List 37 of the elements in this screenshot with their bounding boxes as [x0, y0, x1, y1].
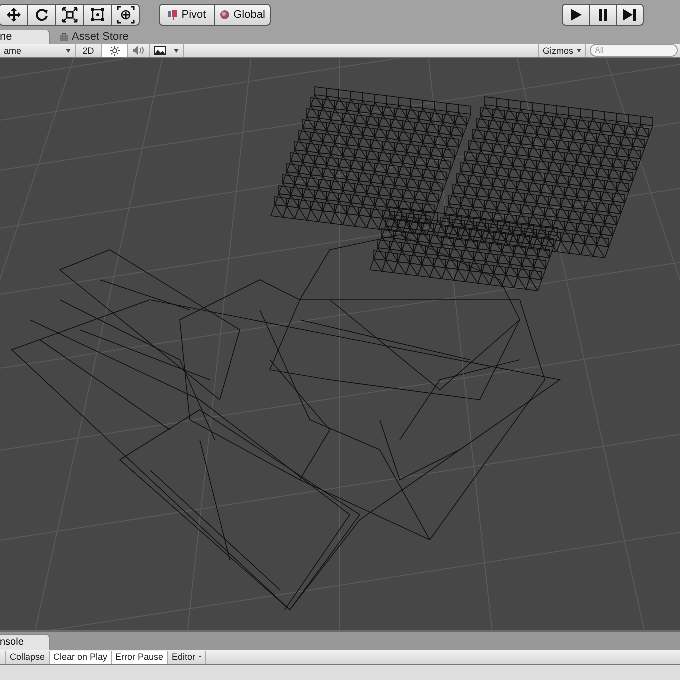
tab[interactable]: ne — [0, 30, 50, 44]
step-button[interactable] — [616, 4, 644, 26]
shopping-bag-icon — [60, 32, 69, 42]
caret-icon — [174, 48, 179, 52]
sun-icon — [110, 46, 120, 56]
rotate-icon — [34, 8, 48, 22]
tool-button[interactable] — [83, 4, 112, 26]
tool-button[interactable] — [0, 4, 28, 26]
scale-icon — [62, 7, 78, 23]
tool-button[interactable] — [111, 4, 140, 26]
pause-button[interactable] — [589, 4, 617, 26]
caret-icon — [576, 48, 581, 52]
tool-button[interactable] — [27, 4, 56, 26]
play-button[interactable] — [562, 4, 590, 26]
pivot-button[interactable]: Pivot — [159, 4, 215, 26]
draw-mode-dropdown[interactable]: ame — [0, 44, 76, 57]
globe-icon — [220, 10, 230, 20]
caret-icon — [198, 655, 201, 659]
console-toggle[interactable]: Error Pause — [112, 650, 168, 664]
console-toggle[interactable]: Clear on Play — [50, 650, 112, 664]
tool-button[interactable] — [55, 4, 84, 26]
editor-dropdown[interactable]: Editor — [168, 650, 206, 664]
caret-icon — [66, 48, 71, 52]
pause-icon — [597, 8, 609, 22]
global-button[interactable]: Global — [214, 4, 271, 26]
rect-tool-icon — [90, 7, 106, 23]
lighting-toggle[interactable] — [102, 44, 128, 57]
play-icon — [569, 8, 583, 22]
image-icon — [154, 46, 166, 55]
console-tab[interactable]: nsole — [0, 634, 50, 650]
move-icon — [6, 7, 22, 23]
search-field[interactable]: All — [590, 44, 678, 57]
pivot-icon — [168, 10, 178, 20]
transform-icon — [116, 6, 134, 24]
gizmos-dropdown[interactable]: Gizmos — [538, 44, 586, 57]
tab[interactable]: Asset Store — [60, 30, 138, 44]
step-icon — [622, 8, 638, 22]
